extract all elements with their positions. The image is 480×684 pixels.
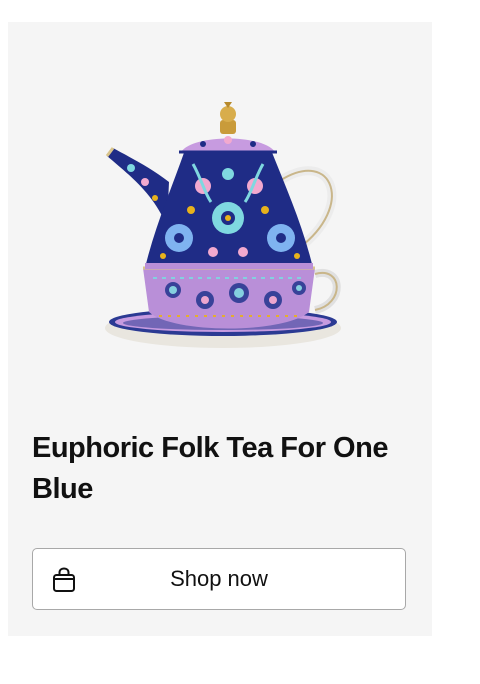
product-title[interactable]: Euphoric Folk Tea For One Blue	[32, 428, 392, 510]
shopping-bag-icon	[53, 567, 75, 592]
shop-now-button[interactable]: Shop now	[32, 548, 406, 610]
lid-knob	[220, 120, 236, 134]
product-card[interactable]: Euphoric Folk Tea For One Blue Shop now	[8, 22, 432, 636]
product-image[interactable]	[93, 98, 343, 360]
teapot-spout	[107, 148, 169, 226]
shop-now-label: Shop now	[170, 566, 268, 591]
